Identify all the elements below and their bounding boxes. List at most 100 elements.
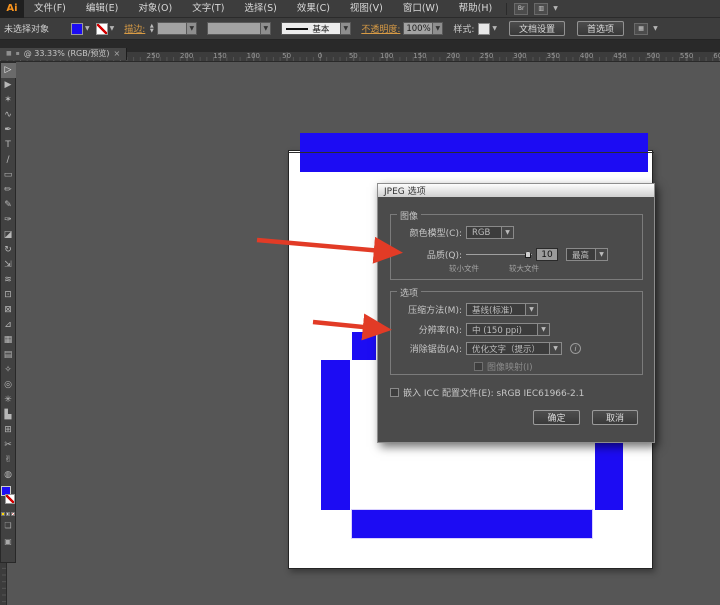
pencil-tool[interactable]: ✎ [1,198,16,213]
slider-track[interactable] [466,254,532,255]
gradient-button[interactable] [6,512,10,516]
ok-button[interactable]: 确定 [533,410,580,425]
opacity-label[interactable]: 不透明度: [361,22,400,35]
menu-separator [506,3,507,15]
resolution-value: 中 (150 ppi) [467,324,537,335]
menu-item-type[interactable]: 文字(T) [182,0,234,18]
quality-value-input[interactable]: 10 [536,248,558,261]
arrange-documents-icon[interactable]: ▦ [634,23,648,35]
paintbrush-tool[interactable]: ✏ [1,183,16,198]
stroke-color-indicator[interactable] [5,494,15,504]
antialias-dropdown[interactable]: 优化文字（提示） ▼ [466,342,562,355]
color-button[interactable] [1,512,5,516]
bridge-icon[interactable]: Br [514,3,528,15]
tab-close-icon[interactable]: × [114,49,121,58]
profile-chevron-icon[interactable]: ▼ [341,22,351,35]
color-model-dropdown[interactable]: RGB ▼ [466,226,514,239]
perspective-grid-tool[interactable]: ⊿ [1,318,16,333]
fill-color-swatch[interactable] [71,23,83,35]
dialog-title[interactable]: JPEG 选项 [378,184,654,197]
style-chevron-icon[interactable]: ▼ [492,25,497,32]
chevron-down-icon[interactable]: ▼ [549,343,561,354]
rectangle-tool[interactable]: ▭ [1,168,16,183]
chevron-down-icon[interactable]: ▼ [553,5,558,12]
slice-tool[interactable]: ✂ [1,438,16,453]
quality-row: 品质(Q): 10 最高 ▼ [390,248,608,261]
free-transform-tool[interactable]: ⊡ [1,288,16,303]
stroke-chevron-icon[interactable]: ▼ [110,25,115,32]
none-button[interactable] [11,512,15,516]
menu-item-window[interactable]: 窗口(W) [393,0,449,18]
arrange-chevron-icon[interactable]: ▼ [653,25,658,32]
stroke-weight-label[interactable]: 描边: [124,22,145,35]
cancel-button[interactable]: 取消 [592,410,638,425]
menu-item-effect[interactable]: 效果(C) [287,0,340,18]
artboard-top-edge [288,152,654,153]
info-icon[interactable]: i [570,343,581,354]
eraser-tool[interactable]: ◪ [1,228,16,243]
line-segment-tool[interactable]: ∕ [1,153,16,168]
chevron-down-icon[interactable]: ▼ [595,249,607,260]
compression-dropdown[interactable]: 基线(标准) ▼ [466,303,538,316]
document-tab[interactable]: ■ ▪ @ 33.33% (RGB/预览) × [0,48,127,60]
opacity-chevron-icon[interactable]: ▼ [433,22,443,35]
stroke-weight-stepper[interactable]: ▲▼ [148,22,155,35]
mesh-tool[interactable]: ▦ [1,333,16,348]
preferences-button[interactable]: 首选项 [577,21,624,36]
width-tool[interactable]: ≋ [1,273,16,288]
blue-bar-bottom[interactable] [352,510,592,538]
type-tool[interactable]: T [1,138,16,153]
scale-tool[interactable]: ⇲ [1,258,16,273]
variable-width-profile-dropdown[interactable]: 基本 [281,22,341,35]
quality-slider[interactable] [466,248,532,261]
slider-thumb[interactable] [525,251,531,258]
selection-tool[interactable]: ▶ [1,78,16,93]
column-graph-tool[interactable]: ▙ [1,408,16,423]
menu-item-object[interactable]: 对象(O) [128,0,182,18]
chevron-down-icon[interactable]: ▼ [501,227,513,238]
menu-item-select[interactable]: 选择(S) [234,0,286,18]
blue-square-left[interactable] [352,332,376,360]
style-swatch[interactable] [478,23,490,35]
magic-wand-tool[interactable]: ✶ [1,93,16,108]
menu-bar: Ai 文件(F) 编辑(E) 对象(O) 文字(T) 选择(S) 效果(C) 视… [0,0,720,18]
menu-item-edit[interactable]: 编辑(E) [76,0,128,18]
blob-brush-tool[interactable]: ✑ [1,213,16,228]
opacity-input[interactable]: 100% [403,22,433,35]
chevron-down-icon[interactable]: ▼ [525,304,537,315]
shape-builder-tool[interactable]: ⊠ [1,303,16,318]
drawing-modes-icon[interactable]: ❏ [1,518,16,532]
stroke-weight-input[interactable] [157,22,187,35]
menu-item-view[interactable]: 视图(V) [340,0,393,18]
artboard-tool[interactable]: ⊞ [1,423,16,438]
eyedropper-tool[interactable]: ✧ [1,363,16,378]
fill-chevron-icon[interactable]: ▼ [85,25,90,32]
icc-checkbox[interactable] [390,388,399,397]
direct-selection-tool[interactable]: ▷ [1,63,16,78]
stroke-weight-dropdown-icon[interactable]: ▼ [187,22,197,35]
zoom-tool[interactable]: ◍ [1,468,16,483]
larger-file-label: 较大文件 [509,263,539,274]
brush-definition-dropdown[interactable] [207,22,261,35]
fill-stroke-indicator[interactable] [0,485,16,511]
menu-item-file[interactable]: 文件(F) [24,0,76,18]
workspace-switcher-icon[interactable]: ▥ [534,3,548,15]
stroke-color-swatch[interactable] [96,23,108,35]
blend-tool[interactable]: ◎ [1,378,16,393]
symbol-sprayer-tool[interactable]: ✳ [1,393,16,408]
rotate-tool[interactable]: ↻ [1,243,16,258]
blue-bar-left[interactable] [321,360,350,510]
document-setup-button[interactable]: 文档设置 [509,21,565,36]
hand-tool[interactable]: ✌ [1,453,16,468]
resolution-label: 分辨率(R): [390,323,462,336]
brush-chevron-icon[interactable]: ▼ [261,22,271,35]
quality-preset-dropdown[interactable]: 最高 ▼ [566,248,608,261]
lasso-tool[interactable]: ∿ [1,108,16,123]
chevron-down-icon[interactable]: ▼ [537,324,549,335]
pen-tool[interactable]: ✒ [1,123,16,138]
screen-mode-icon[interactable]: ▣ [1,534,16,548]
imagemap-checkbox[interactable] [474,362,483,371]
resolution-dropdown[interactable]: 中 (150 ppi) ▼ [466,323,550,336]
menu-item-help[interactable]: 帮助(H) [449,0,503,18]
gradient-tool[interactable]: ▤ [1,348,16,363]
